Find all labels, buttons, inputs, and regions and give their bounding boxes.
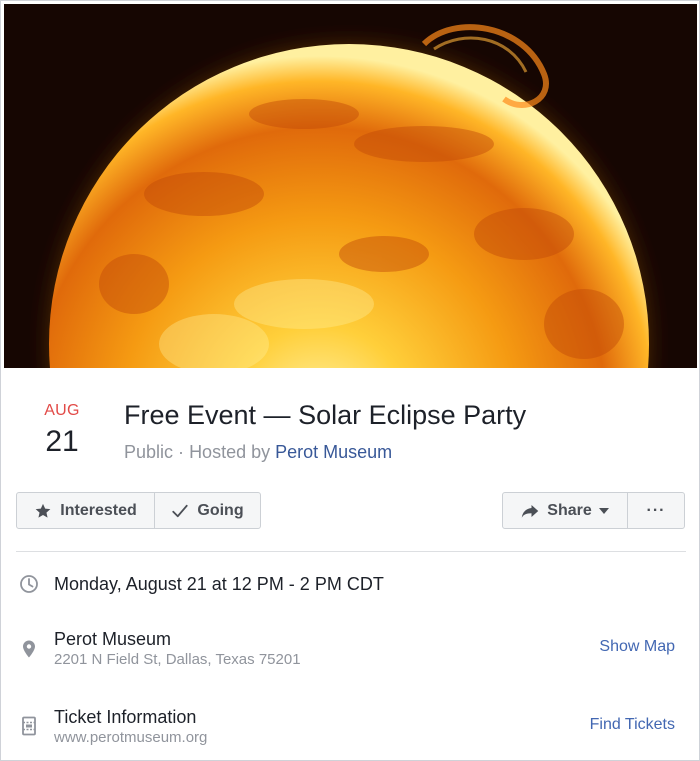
interested-label: Interested: [60, 501, 137, 519]
privacy-label: Public: [124, 442, 174, 462]
host-link[interactable]: Perot Museum: [275, 442, 392, 462]
star-icon: [35, 503, 51, 518]
interested-button[interactable]: Interested: [17, 493, 154, 528]
location-name[interactable]: Perot Museum: [54, 628, 301, 650]
sun-image: [4, 4, 697, 368]
show-map-link[interactable]: Show Map: [599, 638, 675, 656]
location-address: 2201 N Field St, Dallas, Texas 75201: [54, 651, 301, 668]
event-time-text: Monday, August 21 at 12 PM - 2 PM CDT: [54, 574, 384, 594]
rsvp-button-group: Interested Going: [16, 492, 261, 529]
hosted-by-label: Hosted by: [189, 442, 271, 462]
event-card: AUG 21 Free Event — Solar Eclipse Party …: [0, 0, 700, 761]
checkmark-icon: [172, 504, 189, 517]
more-options-button[interactable]: ···: [627, 493, 684, 528]
event-subtitle: Public · Hosted by Perot Museum: [124, 441, 392, 463]
event-time: Monday, August 21 at 12 PM - 2 PM CDT: [54, 573, 384, 595]
clock-icon: [20, 575, 38, 593]
ticket-url[interactable]: www.perotmuseum.org: [54, 728, 207, 748]
share-button-group: Share ···: [502, 492, 685, 529]
cover-photo-sun[interactable]: [4, 4, 697, 368]
event-date: AUG 21: [37, 401, 87, 461]
share-arrow-icon: [522, 504, 539, 518]
going-label: Going: [197, 501, 244, 519]
separator-dot: ·: [178, 442, 185, 462]
event-location: Perot Museum 2201 N Field St, Dallas, Te…: [54, 628, 301, 670]
share-label: Share: [547, 501, 592, 519]
event-date-day: 21: [45, 425, 79, 458]
find-tickets-link[interactable]: Find Tickets: [590, 716, 675, 734]
ticket-info: Ticket Information www.perotmuseum.org: [54, 706, 207, 748]
share-button[interactable]: Share: [503, 493, 627, 528]
event-date-month: AUG: [44, 402, 80, 419]
ticket-icon: [22, 716, 36, 736]
event-title: Free Event — Solar Eclipse Party: [124, 400, 527, 430]
divider: [16, 551, 686, 552]
ticket-title: Ticket Information: [54, 707, 197, 727]
caret-down-icon: [598, 507, 609, 514]
map-pin-icon: [23, 640, 35, 658]
going-button[interactable]: Going: [154, 493, 260, 528]
